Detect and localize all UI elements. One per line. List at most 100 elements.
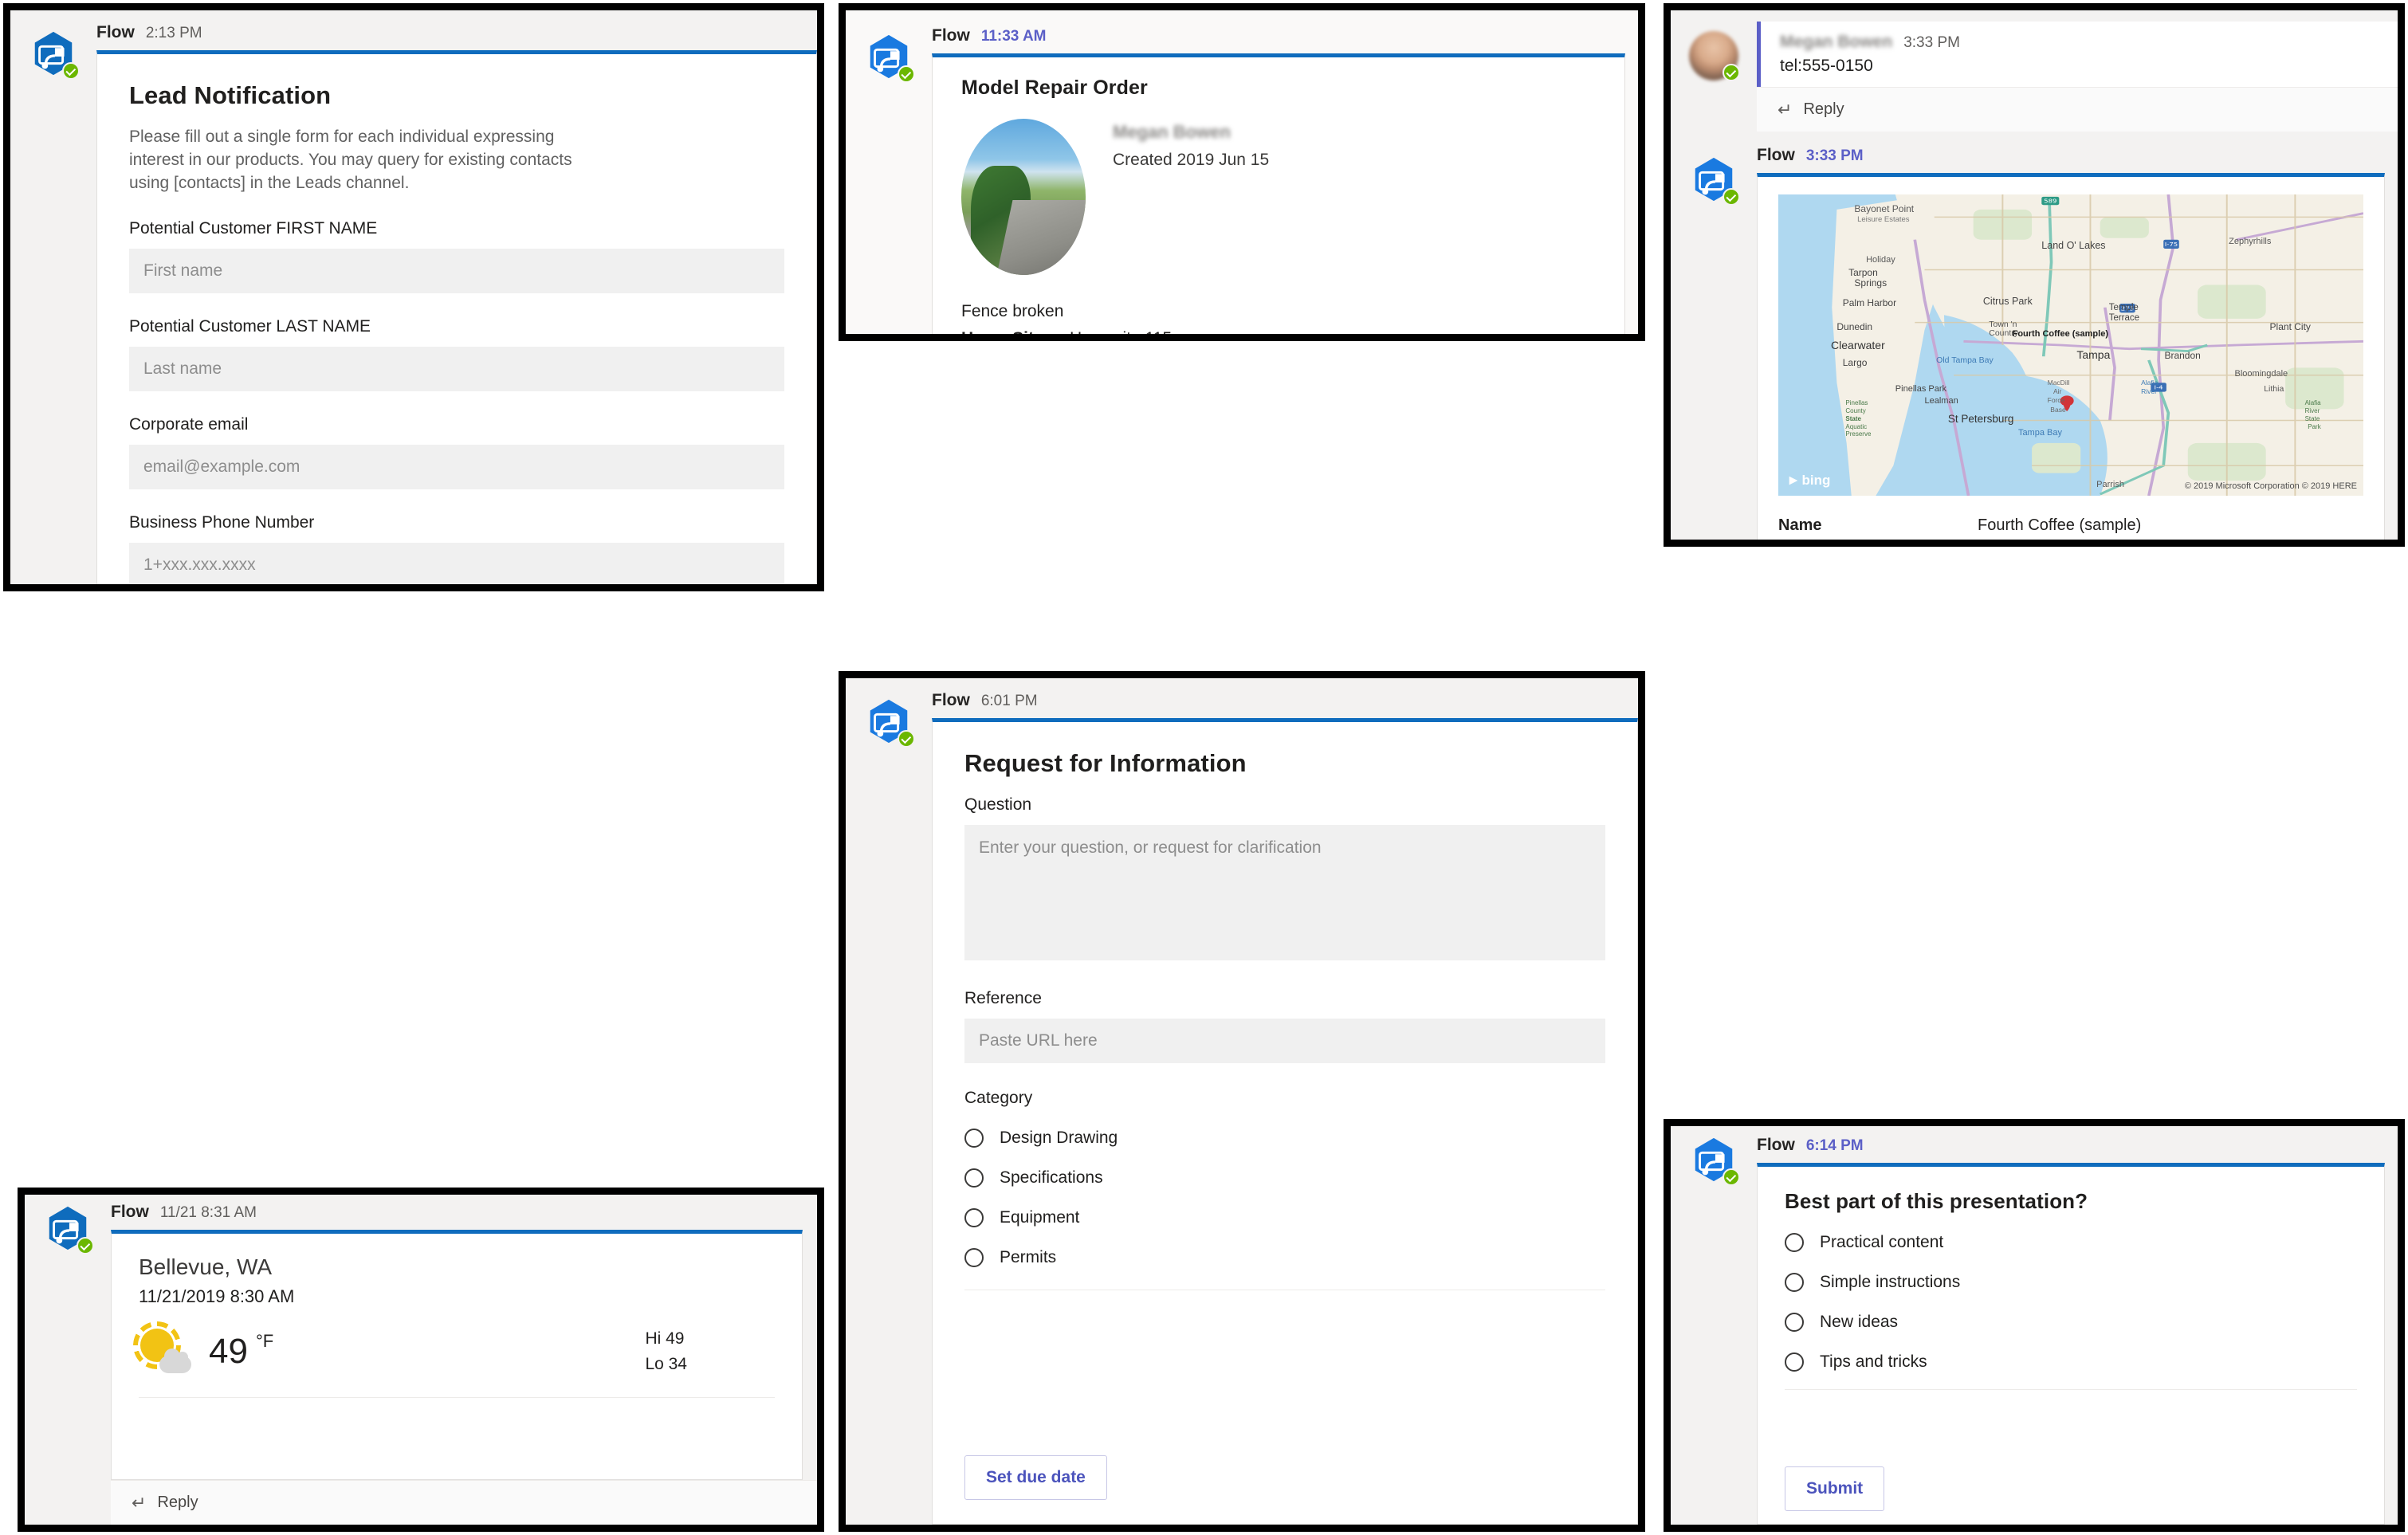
flow-bot-avatar [1689, 1136, 1740, 1186]
presence-badge-available [1723, 64, 1740, 81]
bot-name: Flow [1757, 146, 1795, 164]
message-timestamp: 11/21 8:31 AM [159, 1204, 257, 1221]
adaptive-card-rfi: Request for Information Question Enter y… [932, 718, 1638, 1525]
input-business-phone[interactable]: 1+xxx.xxx.xxxx [129, 542, 784, 584]
detail-value: False [1978, 537, 2017, 540]
radio-new-ideas[interactable]: New ideas [1785, 1313, 2357, 1332]
radio-practical-content[interactable]: Practical content [1785, 1233, 2357, 1252]
presence-badge-available [898, 65, 915, 83]
radio-equipment[interactable]: Equipment [964, 1208, 1605, 1227]
input-question[interactable]: Enter your question, or request for clar… [964, 825, 1605, 960]
panel-lead-notification: Flow 2:13 PM Lead Notification Please fi… [3, 3, 824, 591]
radio-icon[interactable] [964, 1129, 984, 1148]
svg-text:I-4: I-4 [2155, 385, 2163, 391]
detail-value: Homesite 115 [1070, 329, 1173, 341]
reply-button[interactable]: ↵ Reply [111, 1480, 817, 1525]
panel-model-repair-order: Flow 11:33 AM Model Repair Order Megan B… [839, 3, 1645, 341]
label-reference: Reference [964, 989, 1042, 1007]
person-name: Megan Bowen [1113, 122, 1231, 142]
reply-label: Reply [157, 1494, 198, 1511]
radio-icon[interactable] [964, 1208, 984, 1227]
bot-name: Flow [96, 23, 135, 41]
submit-button[interactable]: Submit [1785, 1466, 1885, 1511]
repair-photo [961, 119, 1086, 275]
radio-specifications[interactable]: Specifications [964, 1168, 1605, 1188]
message-text: tel:555-0150 [1780, 57, 1873, 75]
weather-unit: °F [255, 1331, 274, 1351]
message-timestamp: 2:13 PM [145, 25, 202, 41]
detail-name: Name Fourth Coffee (sample) [1778, 513, 2363, 537]
card-divider [1785, 1389, 2357, 1390]
radio-icon[interactable] [1785, 1273, 1804, 1292]
radio-label: Equipment [1000, 1208, 1080, 1227]
radio-design-drawing[interactable]: Design Drawing [964, 1129, 1605, 1148]
radio-label: Tips and tricks [1820, 1352, 1927, 1371]
message-header: Flow 11/21 8:31 AM [111, 1195, 817, 1230]
created-date: Created 2019 Jun 15 [1113, 151, 1270, 169]
adaptive-card-weather: Bellevue, WA 11/21/2019 8:30 AM 49 °F Hi… [111, 1230, 803, 1480]
card-divider [139, 1397, 775, 1398]
chat-message-tel: Megan Bowen 3:33 PM tel:555-0150 [1757, 22, 2398, 87]
radio-label: Practical content [1820, 1233, 1944, 1251]
presence-badge-available [77, 1237, 94, 1254]
label-category: Category [964, 1089, 1033, 1107]
label-business-phone: Business Phone Number [129, 512, 315, 532]
flow-bot-avatar [864, 697, 915, 748]
message-gutter [1671, 146, 1757, 540]
adaptive-card-poll: Best part of this presentation? Practica… [1757, 1163, 2385, 1525]
panel-poll: Flow 6:14 PM Best part of this presentat… [1664, 1119, 2405, 1532]
message-gutter [10, 10, 96, 584]
flow-bot-avatar [1689, 155, 1740, 206]
message-header: Megan Bowen 3:33 PM [1780, 33, 2398, 52]
radio-icon[interactable] [964, 1248, 984, 1267]
radio-label: Permits [1000, 1248, 1057, 1266]
detail-key: Home Site: [961, 329, 1049, 341]
radio-icon[interactable] [1785, 1352, 1804, 1372]
repair-subject: Fence broken [961, 302, 1064, 320]
presence-badge-available [1723, 188, 1740, 206]
map-credit: © 2019 Microsoft Corporation © 2019 HERE [2184, 481, 2357, 491]
bot-name: Flow [932, 691, 970, 709]
label-first-name: Potential Customer FIRST NAME [129, 218, 378, 238]
card-title: Model Repair Order [961, 77, 1148, 99]
detail-home-site: Home Site: Homesite 115 [961, 329, 1596, 341]
repair-person-block: Megan Bowen Created 2019 Jun 15 [961, 119, 1596, 275]
message-timestamp: 6:01 PM [980, 693, 1038, 709]
radio-simple-instructions[interactable]: Simple instructions [1785, 1273, 2357, 1292]
reply-button[interactable]: ↵ Reply [1757, 87, 2398, 132]
bot-name: Flow [932, 26, 970, 45]
message-gutter [846, 10, 932, 334]
radio-icon[interactable] [1785, 1313, 1804, 1332]
presence-badge-available [1723, 1168, 1740, 1186]
weather-low: Lo 34 [645, 1354, 687, 1373]
input-reference[interactable]: Paste URL here [964, 1019, 1605, 1063]
radio-label: New ideas [1820, 1313, 1899, 1331]
bot-name: Flow [111, 1203, 149, 1221]
message-header: Flow 3:33 PM [1757, 146, 2385, 173]
radio-tips-and-tricks[interactable]: Tips and tricks [1785, 1352, 2357, 1372]
input-corporate-email[interactable]: email@example.com [129, 444, 784, 489]
svg-text:275: 275 [2121, 305, 2134, 312]
weather-high: Hi 49 [645, 1329, 685, 1348]
detail-key: Name [1778, 516, 1822, 534]
radio-icon[interactable] [1785, 1233, 1804, 1252]
radio-permits[interactable]: Permits [964, 1248, 1605, 1267]
bing-logo: ▸ bing [1789, 472, 1831, 489]
input-first-name[interactable]: First name [129, 248, 784, 293]
message-header: Flow 6:14 PM [1757, 1126, 2385, 1163]
bing-label: bing [1801, 472, 1831, 488]
card-title: Request for Information [964, 749, 1247, 777]
poll-question: Best part of this presentation? [1785, 1189, 2088, 1213]
reply-label: Reply [1803, 100, 1844, 118]
adaptive-card-lead: Lead Notification Please fill out a sing… [96, 50, 817, 584]
panel-contact-map: Megan Bowen 3:33 PM tel:555-0150 ↵ Reply [1664, 3, 2405, 547]
svg-text:589: 589 [2044, 198, 2056, 204]
person-name: Megan Bowen [1780, 33, 1893, 51]
input-last-name[interactable]: Last name [129, 346, 784, 391]
flow-bot-avatar [43, 1204, 94, 1254]
set-due-date-button[interactable]: Set due date [964, 1455, 1107, 1500]
radio-icon[interactable] [964, 1168, 984, 1188]
map-image[interactable]: 589 I-75 275 I-4 Bayonet Point Leisure E… [1778, 194, 2363, 496]
weather-temperature: 49 [209, 1331, 248, 1371]
flow-bot-avatar [864, 33, 915, 83]
